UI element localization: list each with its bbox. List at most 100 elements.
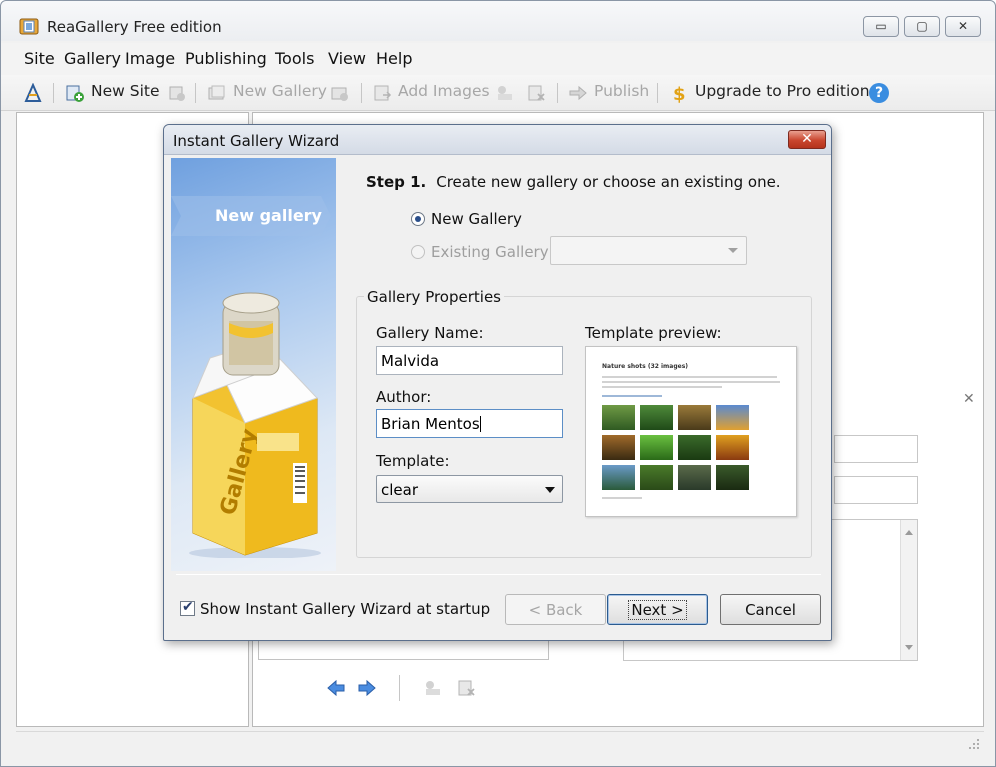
preview-thumbnail [716,435,749,460]
startup-checkbox[interactable]: ✔ [180,599,195,616]
back-button[interactable]: < Back [505,594,606,625]
menu-help[interactable]: Help [376,49,412,68]
close-icon: ✕ [801,131,813,147]
dialog-close-button[interactable]: ✕ [788,130,826,149]
preview-thumbnail [640,405,673,430]
preview-thumbnail [640,465,673,490]
svg-text:$: $ [673,84,686,103]
background-field[interactable] [834,435,918,463]
author-input[interactable]: Brian Mentos [376,409,563,438]
chevron-down-icon [545,487,555,493]
dialog-separator [176,574,821,575]
toolbar-separator [361,83,362,103]
gallery-name-label: Gallery Name: [376,324,484,342]
status-bar [16,731,984,753]
remove-image-icon [528,85,545,101]
menu-tools[interactable]: Tools [275,49,314,68]
instant-gallery-wizard-dialog: Instant Gallery Wizard ✕ New gallery Gal… [163,124,832,641]
step-description: Create new gallery or choose an existing… [436,173,781,191]
preview-text-line [602,386,722,388]
preview-thumbnail [678,405,711,430]
restore-button[interactable]: ▢ [904,16,940,37]
preview-thumbnail [678,465,711,490]
toolbar-separator [195,83,196,103]
preview-gallery-title: Nature shots (32 images) [602,363,689,370]
existing-gallery-radio[interactable] [411,245,425,259]
menu-gallery[interactable]: Gallery [64,49,121,68]
author-input-value: Brian Mentos [381,415,480,433]
preview-text-line [602,376,777,378]
preview-footer-line [602,497,642,499]
preview-thumbnail [640,435,673,460]
checkmark-icon: ✔ [182,599,194,615]
image-properties-icon [426,681,440,695]
menu-bar: Site Gallery Image Publishing Tools View… [1,43,995,75]
add-images-button[interactable]: Add Images [398,82,490,104]
new-gallery-button[interactable]: New Gallery [233,82,327,104]
resize-grip-icon[interactable] [968,738,980,750]
menu-view[interactable]: View [328,49,366,68]
background-close-icon[interactable]: ✕ [963,391,975,407]
new-gallery-radio-label[interactable]: New Gallery [431,210,522,228]
banner-label: New gallery [215,206,322,225]
new-gallery-radio[interactable] [411,212,425,226]
next-button-label: Next > [628,600,687,620]
app-logo-icon [19,18,39,35]
site-properties-icon [169,86,185,101]
preview-thumbnail [602,405,635,430]
nav-separator [399,675,400,701]
template-label: Template: [376,452,450,470]
previous-arrow-icon[interactable] [326,678,346,698]
help-icon[interactable]: ? [869,83,889,103]
text-caret [479,416,481,432]
author-label: Author: [376,388,432,406]
upgrade-button[interactable]: Upgrade to Pro edition [695,82,870,104]
background-field[interactable] [834,476,918,504]
next-arrow-icon[interactable] [357,678,377,698]
preview-thumbnail [716,465,749,490]
dollar-icon: $ [673,84,686,103]
wizard-icon[interactable] [23,83,43,103]
image-properties-icon [498,86,512,100]
new-site-button[interactable]: New Site [91,82,160,104]
step-number: Step 1. [366,173,427,191]
publish-icon [569,85,587,101]
cancel-button[interactable]: Cancel [720,594,821,625]
template-select-value: clear [381,481,419,499]
menu-image[interactable]: Image [125,49,175,68]
close-button[interactable]: ✕ [945,16,981,37]
step-instruction: Step 1. Create new gallery or choose an e… [366,173,781,191]
template-preview-image: Nature shots (32 images) [585,346,797,517]
publish-button[interactable]: Publish [594,82,649,104]
background-scrollbar[interactable] [900,520,917,660]
startup-checkbox-label[interactable]: Show Instant Gallery Wizard at startup [200,600,490,618]
gallery-name-input[interactable]: Malvida [376,346,563,375]
title-bar: ReaGallery Free edition ▭ ▢ ✕ [1,1,995,41]
new-gallery-icon [208,85,225,100]
preview-thumbnail [678,435,711,460]
toolbar-separator [557,83,558,103]
add-images-icon [374,85,392,101]
minimize-button[interactable]: ▭ [863,16,899,37]
app-title: ReaGallery Free edition [47,18,222,36]
menu-site[interactable]: Site [24,49,55,68]
close-icon: ✕ [957,19,969,33]
dialog-title-bar: Instant Gallery Wizard ✕ [164,125,831,155]
menu-publishing[interactable]: Publishing [185,49,267,68]
toolbar-separator [53,83,54,103]
template-preview-label: Template preview: [585,324,722,342]
existing-gallery-select[interactable] [550,236,747,265]
preview-thumbnail [716,405,749,430]
preview-thumbnail [602,435,635,460]
existing-gallery-radio-label[interactable]: Existing Gallery [431,243,549,261]
preview-thumbnail [602,465,635,490]
template-select[interactable]: clear [376,475,563,503]
toolbar: New Site New Gallery Add Images Publish … [1,75,995,111]
remove-image-icon [458,680,475,696]
next-button[interactable]: Next > [607,594,708,625]
new-site-icon [66,85,84,102]
gallery-properties-label: Gallery Properties [364,288,504,306]
gallery-box-icon: Gallery [189,292,321,558]
dialog-title: Instant Gallery Wizard [173,132,340,150]
preview-text-line [602,381,780,383]
